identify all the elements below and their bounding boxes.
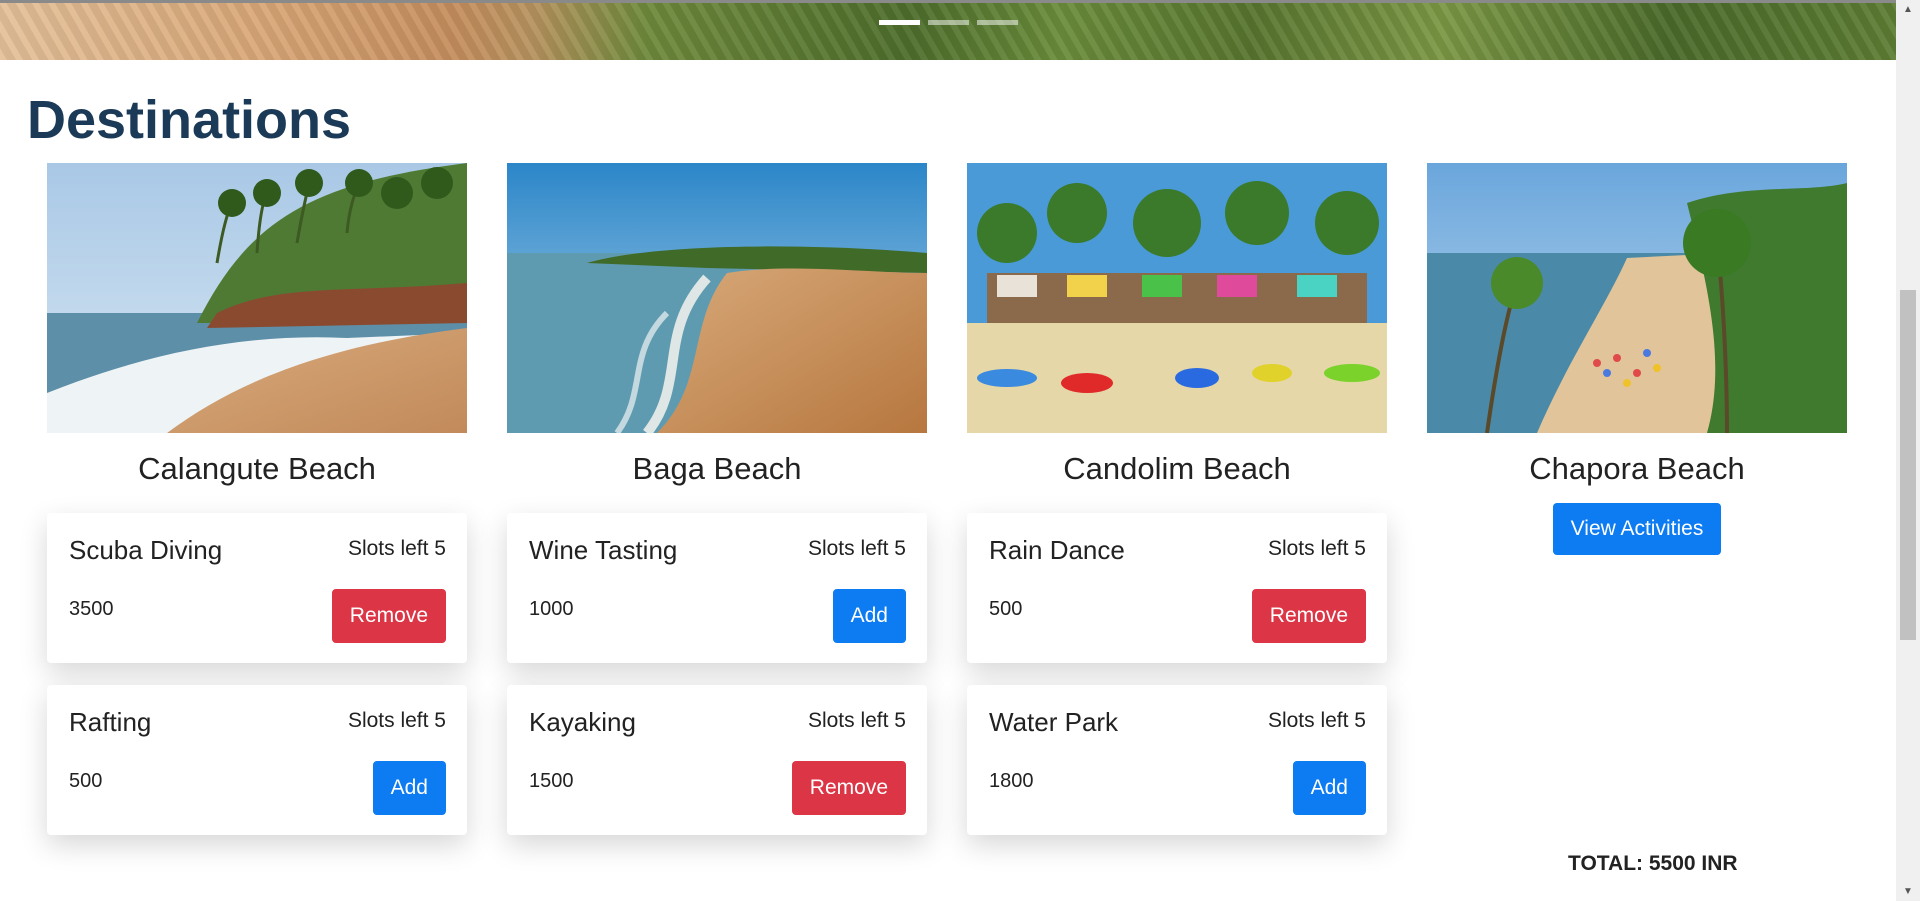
activity-slots: Slots left 5	[347, 709, 446, 732]
add-button[interactable]: Add	[372, 761, 446, 815]
activity-price: 1800	[989, 770, 1034, 792]
activity-name: Kayaking	[529, 707, 636, 737]
scroll-down-icon[interactable]: ▼	[1903, 886, 1913, 897]
destination-chapora: Chapora Beach View Activities	[1427, 163, 1847, 555]
activity-slots: Slots left 5	[807, 537, 906, 560]
activity-name: Rain Dance	[989, 535, 1125, 565]
carousel-indicator-3[interactable]	[977, 20, 1018, 25]
activity-card: Wine Tasting Slots left 5 1000 Add	[507, 513, 927, 663]
baga-beach-image	[507, 163, 927, 433]
destination-name: Baga Beach	[632, 451, 802, 486]
destination-name: Calangute Beach	[138, 451, 376, 486]
chapora-beach-image	[1427, 163, 1847, 433]
remove-button[interactable]: Remove	[1251, 589, 1366, 643]
destination-candolim: Candolim Beach Rain Dance Slots left 5 5…	[967, 163, 1387, 835]
page-title: Destinations	[27, 90, 352, 150]
activity-price: 1500	[529, 770, 574, 792]
activity-card: Scuba Diving Slots left 5 3500 Remove	[47, 513, 467, 663]
destination-baga: Baga Beach Wine Tasting Slots left 5 100…	[507, 163, 927, 835]
destination-name: Candolim Beach	[1063, 451, 1291, 486]
add-button[interactable]: Add	[1292, 761, 1366, 815]
remove-button[interactable]: Remove	[791, 761, 906, 815]
activity-card: Water Park Slots left 5 1800 Add	[967, 685, 1387, 835]
activity-slots: Slots left 5	[807, 709, 906, 732]
carousel-indicators	[879, 20, 1018, 25]
add-button[interactable]: Add	[832, 589, 906, 643]
vertical-scrollbar[interactable]: ▲ ▼	[1896, 0, 1920, 901]
carousel-indicator-1[interactable]	[879, 20, 920, 25]
destination-name: Chapora Beach	[1529, 451, 1745, 486]
destination-calangute: Calangute Beach Scuba Diving Slots left …	[47, 163, 467, 835]
activity-price: 3500	[69, 598, 114, 620]
activity-name: Water Park	[989, 707, 1119, 737]
candolim-beach-image	[967, 163, 1387, 433]
calangute-beach-image	[47, 163, 467, 433]
scroll-up-icon[interactable]: ▲	[1903, 4, 1913, 15]
hero-carousel	[0, 0, 1896, 60]
remove-button[interactable]: Remove	[331, 589, 446, 643]
activity-slots: Slots left 5	[1267, 709, 1366, 732]
scroll-thumb[interactable]	[1900, 290, 1916, 640]
activity-price: 500	[69, 770, 103, 792]
carousel-indicator-2[interactable]	[928, 20, 969, 25]
view-activities-button[interactable]: View Activities	[1552, 503, 1722, 555]
activity-slots: Slots left 5	[347, 537, 446, 560]
activity-price: 500	[989, 598, 1023, 620]
activity-name: Scuba Diving	[69, 535, 223, 565]
activity-price: 1000	[529, 598, 574, 620]
activity-card: Kayaking Slots left 5 1500 Remove	[507, 685, 927, 835]
activity-name: Wine Tasting	[529, 535, 678, 565]
activity-card: Rafting Slots left 5 500 Add	[47, 685, 467, 835]
activity-slots: Slots left 5	[1267, 537, 1366, 560]
total-label: TOTAL: 5500 INR	[1568, 852, 1738, 875]
activity-card: Rain Dance Slots left 5 500 Remove	[967, 513, 1387, 663]
activity-name: Rafting	[69, 707, 152, 737]
